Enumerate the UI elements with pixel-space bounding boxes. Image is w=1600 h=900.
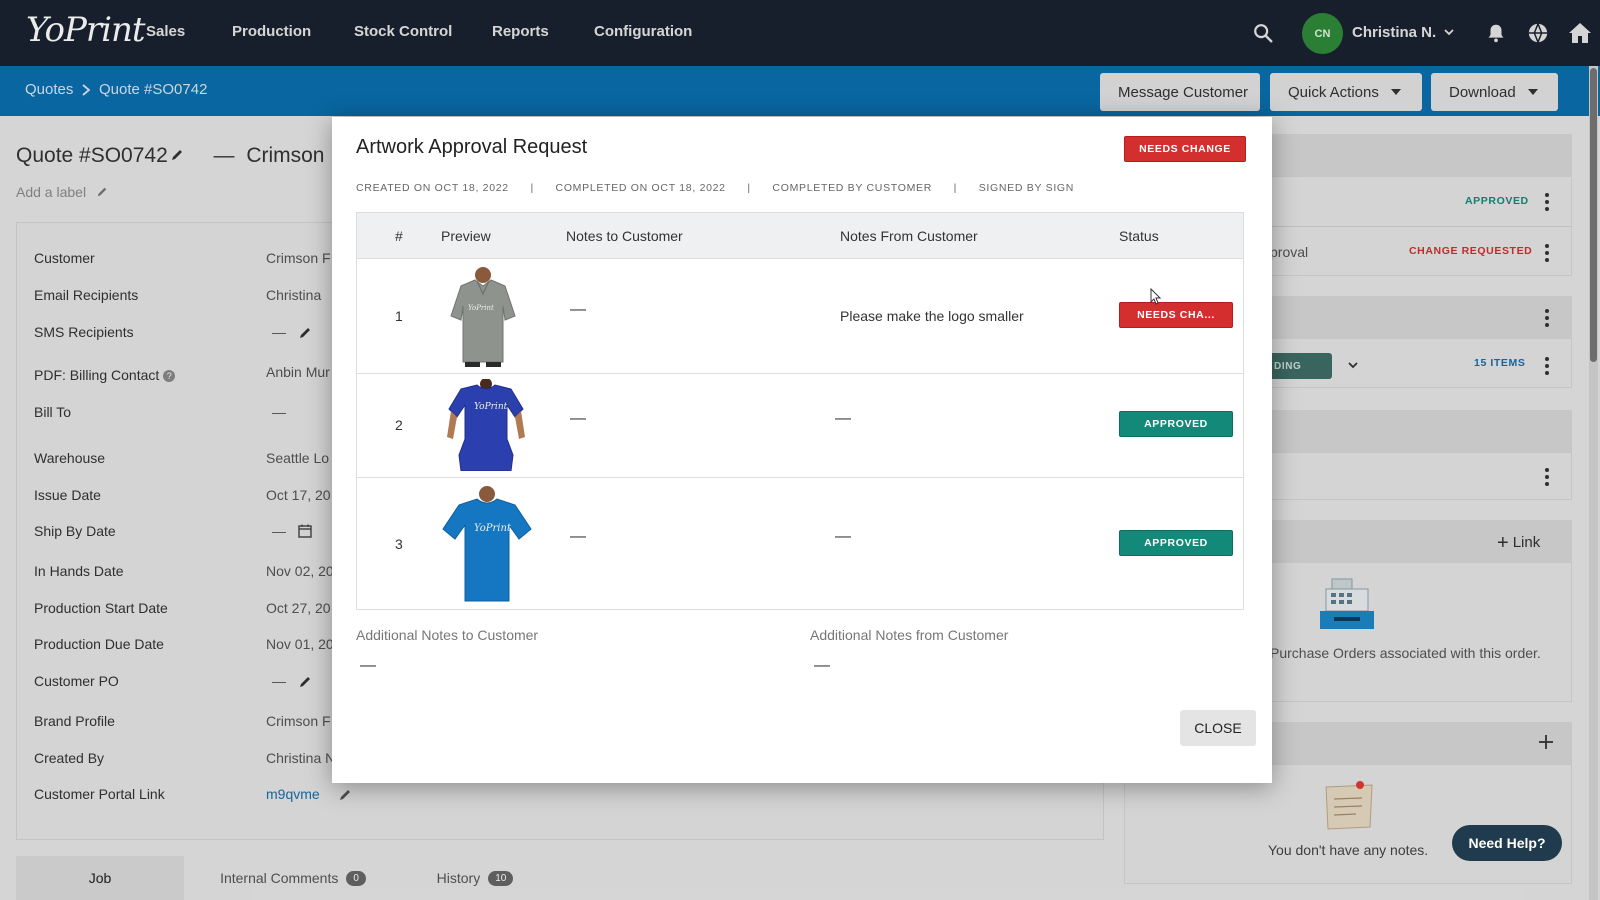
table-row: 1 YoPrint — Please make the logo smaller…	[357, 259, 1243, 374]
notes-to-customer: —	[570, 301, 586, 318]
close-button[interactable]: CLOSE	[1180, 710, 1256, 746]
table-row: 3 YoPrint — — APPROVED	[357, 478, 1243, 610]
col-notes-from-customer: Notes From Customer	[840, 228, 978, 244]
row-number: 1	[395, 308, 403, 324]
col-notes-to-customer: Notes to Customer	[566, 228, 683, 244]
row-number: 2	[395, 417, 403, 433]
tee-shirt-preview[interactable]: YoPrint	[441, 485, 533, 603]
notes-from-customer: Please make the logo smaller	[840, 308, 1024, 324]
artwork-table: # Preview Notes to Customer Notes From C…	[356, 212, 1244, 610]
svg-text:YoPrint: YoPrint	[468, 304, 494, 312]
mouse-cursor-icon	[1150, 288, 1162, 305]
polo-shirt-preview[interactable]: YoPrint	[443, 266, 523, 367]
additional-notes-from-label: Additional Notes from Customer	[810, 627, 1009, 643]
meta-completed-by: COMPLETED BY CUSTOMER	[772, 182, 933, 194]
svg-text:YoPrint: YoPrint	[474, 523, 512, 534]
need-help-button[interactable]: Need Help?	[1452, 825, 1562, 861]
table-row: 2 YoPrint — — APPROVED	[357, 374, 1243, 478]
svg-text:YoPrint: YoPrint	[474, 402, 508, 412]
modal-status-badge: NEEDS CHANGE	[1124, 136, 1246, 162]
notes-to-customer: —	[570, 410, 586, 427]
status-approved: APPROVED	[1119, 411, 1233, 437]
meta-signed-by: SIGNED BY SIGN	[978, 182, 1075, 194]
womens-tee-preview[interactable]: YoPrint	[441, 379, 531, 471]
row-number: 3	[395, 536, 403, 552]
status-approved: APPROVED	[1119, 530, 1233, 556]
additional-notes-from-value: —	[814, 657, 830, 674]
notes-to-customer: —	[570, 528, 586, 545]
status-needs-change: NEEDS CHA...	[1119, 302, 1233, 328]
additional-notes-to-label: Additional Notes to Customer	[356, 627, 539, 643]
table-header: # Preview Notes to Customer Notes From C…	[357, 213, 1243, 259]
additional-notes-to-value: —	[360, 657, 376, 674]
meta-completed: COMPLETED ON OCT 18, 2022	[555, 182, 726, 194]
notes-from-customer: —	[835, 528, 851, 545]
notes-from-customer: —	[835, 410, 851, 427]
artwork-approval-modal: Artwork Approval Request NEEDS CHANGE CR…	[332, 117, 1272, 783]
approval-meta: CREATED ON OCT 18, 2022 | COMPLETED ON O…	[356, 182, 1074, 194]
modal-title: Artwork Approval Request	[356, 136, 588, 158]
col-number: #	[395, 228, 403, 244]
meta-separator: |	[747, 182, 751, 194]
col-status: Status	[1119, 228, 1159, 244]
col-preview: Preview	[441, 228, 491, 244]
meta-separator: |	[530, 182, 534, 194]
meta-separator: |	[953, 182, 958, 194]
meta-created: CREATED ON OCT 18, 2022	[356, 182, 509, 194]
